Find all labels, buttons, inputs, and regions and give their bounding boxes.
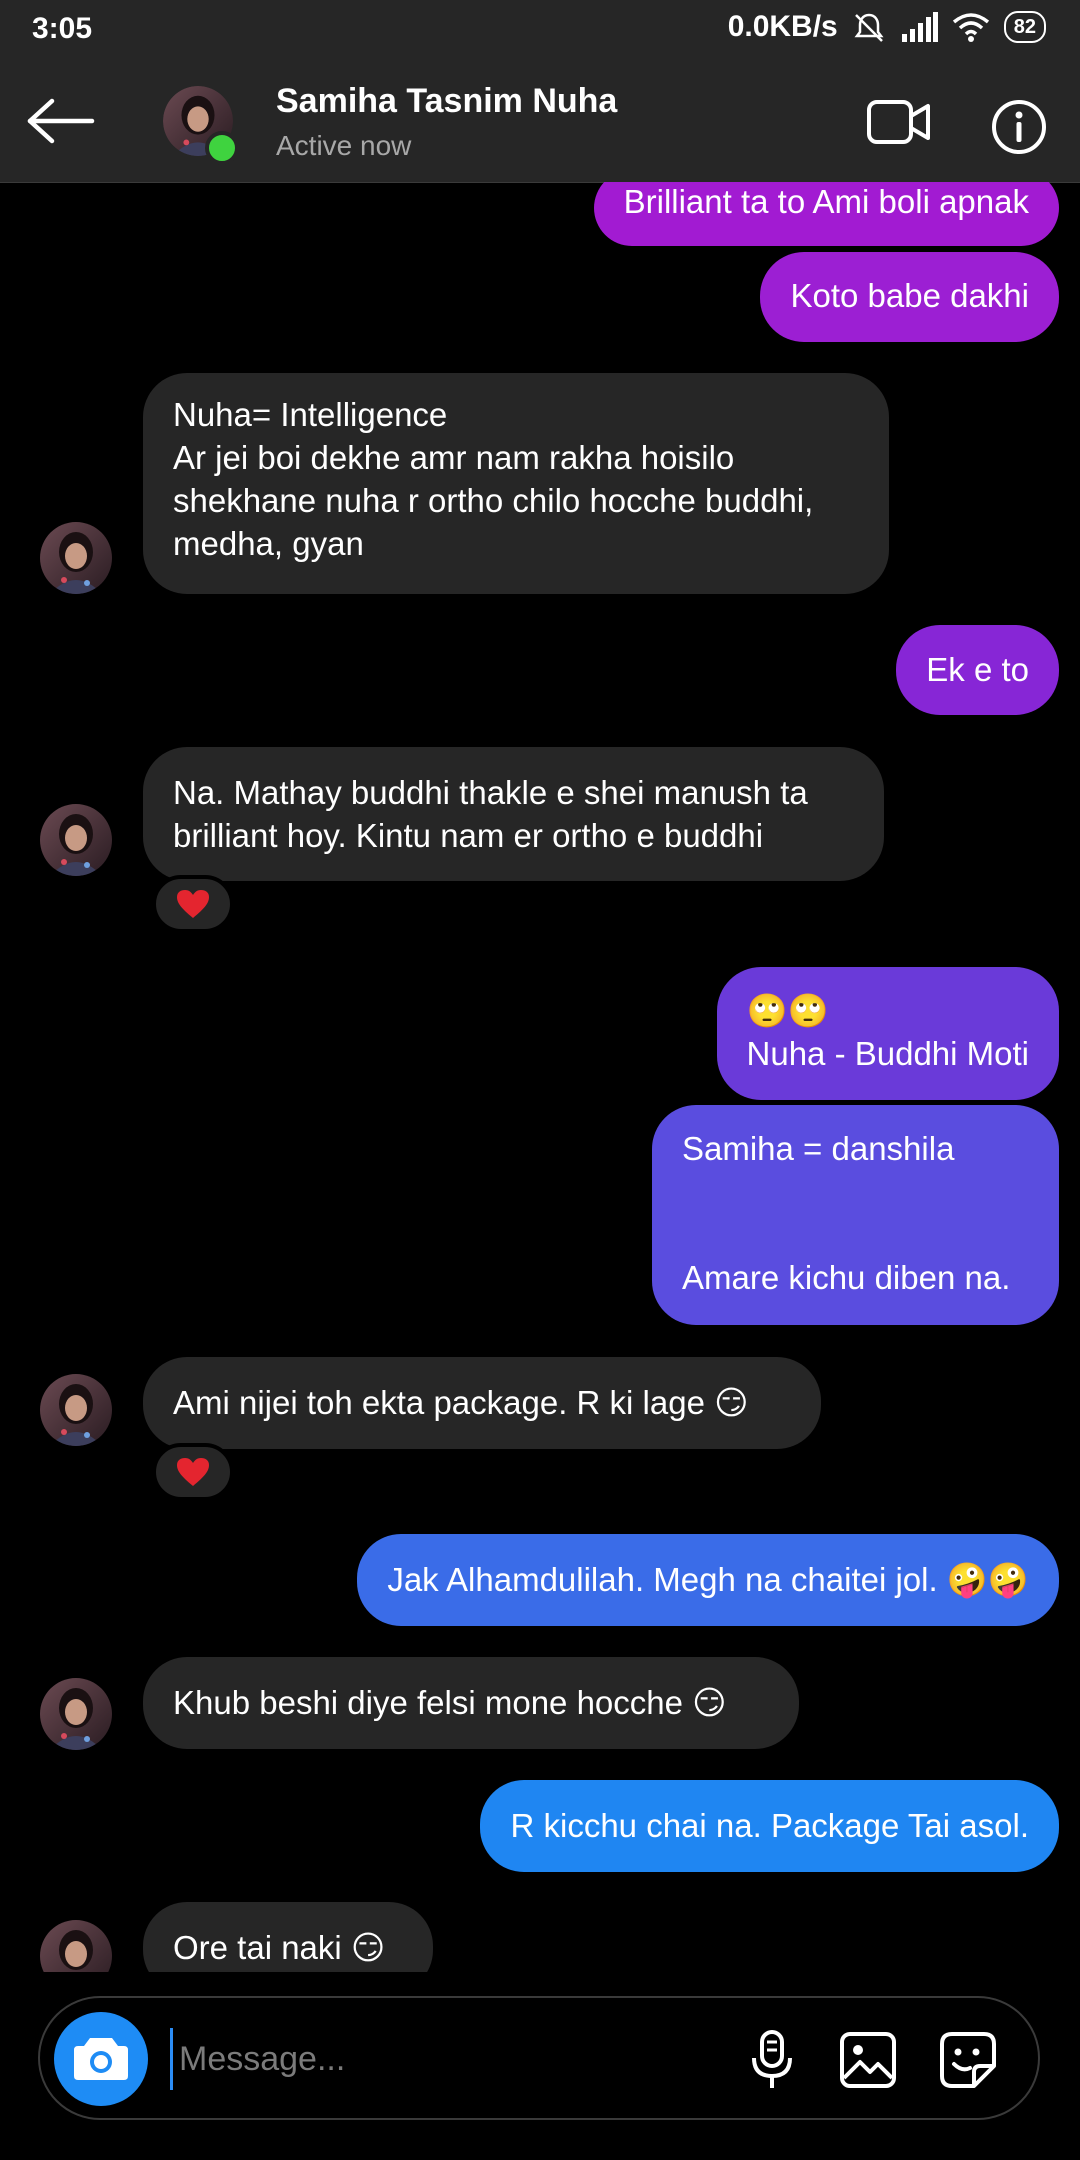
camera-icon — [74, 2038, 128, 2080]
message-bubble-sent[interactable]: R kicchu chai na. Package Tai asol. — [480, 1780, 1059, 1872]
message-bubble-received[interactable]: Ore tai naki 😏 — [143, 1902, 433, 1972]
sender-avatar — [40, 1374, 112, 1446]
active-status: Active now — [276, 130, 412, 161]
status-time: 3:05 — [32, 12, 93, 45]
message-input[interactable] — [170, 2028, 741, 2090]
reaction-badge[interactable] — [152, 1443, 234, 1501]
heart-icon — [177, 1458, 209, 1486]
wifi-icon — [952, 13, 989, 42]
contact-name[interactable]: Samiha Tasnim Nuha — [276, 82, 617, 121]
sender-avatar — [40, 1920, 112, 1972]
microphone-icon[interactable] — [742, 2028, 802, 2092]
mute-icon — [854, 13, 884, 42]
battery-icon: 82 — [1003, 11, 1046, 43]
sticker-icon[interactable] — [938, 2028, 998, 2092]
sender-avatar — [40, 522, 112, 594]
online-indicator — [205, 131, 239, 165]
status-icons: 0.0KB/s 82 — [728, 10, 1046, 44]
message-bubble-sent[interactable]: Brilliant ta to Ami boli apnak — [593, 182, 1059, 246]
message-bubble-sent[interactable]: Koto babe dakhi — [760, 252, 1059, 342]
reaction-badge[interactable] — [152, 875, 234, 933]
info-icon[interactable] — [990, 98, 1048, 156]
message-bubble-sent[interactable]: Ek e to — [896, 625, 1059, 715]
sender-avatar — [40, 1678, 112, 1750]
signal-icon — [901, 12, 938, 42]
back-arrow-icon[interactable] — [26, 98, 96, 144]
video-call-icon[interactable] — [866, 96, 932, 148]
chat-header: Samiha Tasnim Nuha Active now — [0, 60, 1080, 183]
network-speed: 0.0KB/s — [727, 10, 838, 43]
message-bubble-received[interactable]: Nuha= Intelligence Ar jei boi dekhe amr … — [143, 373, 889, 594]
camera-button[interactable] — [54, 2012, 148, 2106]
heart-icon — [177, 890, 209, 918]
message-bubble-received[interactable]: Khub beshi diye felsi mone hocche 😏 — [143, 1657, 799, 1749]
message-composer — [38, 1996, 1040, 2120]
gallery-icon[interactable] — [838, 2028, 898, 2092]
message-thread[interactable]: Brilliant ta to Ami boli apnak Koto babe… — [0, 182, 1080, 1972]
message-bubble-received[interactable]: Na. Mathay buddhi thakle e shei manush t… — [143, 747, 884, 881]
message-bubble-received[interactable]: Ami nijei toh ekta package. R ki lage 😏 — [143, 1357, 821, 1449]
message-bubble-sent[interactable]: Jak Alhamdulilah. Megh na chaitei jol. 🤪… — [357, 1534, 1059, 1626]
sender-avatar — [40, 804, 112, 876]
status-bar: 3:05 0.0KB/s 82 — [0, 0, 1080, 60]
message-bubble-sent[interactable]: Samiha = danshila Amare kichu diben na. — [652, 1105, 1059, 1325]
message-bubble-sent[interactable]: 🙄🙄 Nuha - Buddhi Moti — [716, 967, 1059, 1100]
